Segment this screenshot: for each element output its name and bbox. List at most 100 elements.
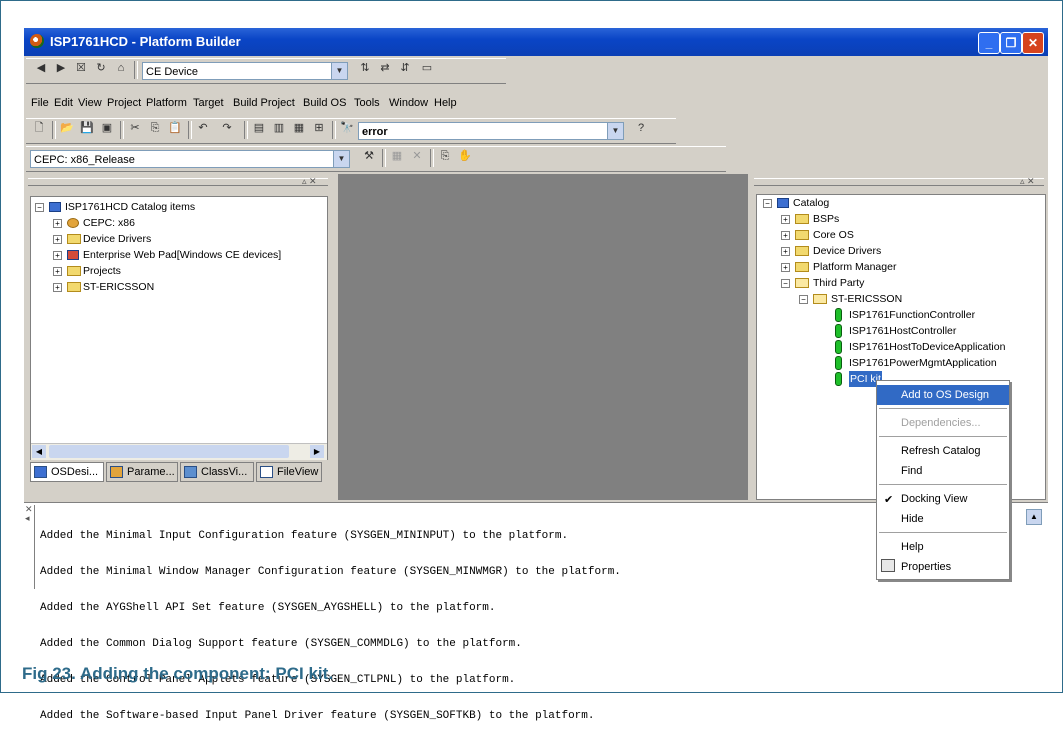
menu-target[interactable]: Target: [193, 97, 224, 109]
save-all-icon[interactable]: ▣: [98, 119, 116, 137]
output-close-icon[interactable]: ✕ ◂: [25, 505, 33, 523]
refresh-icon[interactable]: ↻: [92, 59, 110, 77]
break-icon[interactable]: ✋: [456, 147, 474, 165]
redo-icon[interactable]: ↷: [218, 119, 236, 137]
find-in-files-icon[interactable]: 🔭: [338, 119, 356, 137]
menu-item-properties[interactable]: Properties: [877, 557, 1009, 577]
catalog-icon[interactable]: ⊞: [310, 119, 328, 137]
collapse-icon[interactable]: −: [799, 295, 808, 304]
figure-caption: Fig 23. Adding the component: PCI kit.: [22, 664, 334, 683]
open-icon[interactable]: 📂: [58, 119, 76, 137]
catalog-root-label: Catalog: [793, 197, 830, 209]
restore-button[interactable]: ❐: [1000, 32, 1022, 54]
title-bar[interactable]: ISP1761HCD - Platform Builder _ ❐ ✕: [24, 28, 1048, 56]
menu-item-find[interactable]: Find: [877, 461, 1009, 481]
menu-tools[interactable]: Tools: [354, 97, 380, 109]
tab-osdesign[interactable]: OSDesi...: [30, 462, 104, 482]
pane-controls-icon[interactable]: ▵ ✕: [302, 176, 317, 187]
component-icon: [835, 340, 842, 354]
chevron-down-icon[interactable]: ▼: [333, 151, 349, 167]
menu-item-add-to-os-design[interactable]: Add to OS Design: [877, 385, 1009, 405]
catalog-item-label: Third Party: [813, 277, 865, 289]
os-design-tree-pane: − ISP1761HCD Catalog items + CEPC: x86 +…: [30, 196, 328, 460]
chevron-down-icon[interactable]: ▼: [331, 63, 347, 79]
expand-icon[interactable]: +: [53, 235, 62, 244]
tree-item-label: Projects: [83, 265, 121, 277]
menu-help[interactable]: Help: [434, 97, 457, 109]
menu-item-refresh-catalog[interactable]: Refresh Catalog: [877, 441, 1009, 461]
find-icon[interactable]: ?: [632, 119, 650, 137]
menu-build-project[interactable]: Build Project: [233, 97, 295, 109]
menu-item-help[interactable]: Help: [877, 537, 1009, 557]
expand-icon[interactable]: +: [781, 215, 790, 224]
component-icon: [835, 356, 842, 370]
chevron-down-icon[interactable]: ▼: [607, 123, 623, 139]
catalog-item-label: Device Drivers: [813, 245, 882, 257]
separator: [430, 149, 434, 167]
stop-icon[interactable]: ☒: [72, 59, 90, 77]
tab-classview[interactable]: ClassVi...: [180, 462, 254, 482]
build-toolbar: CEPC: x86_Release ▼ ⚒ ▦ ✕ ⎘ ✋: [26, 146, 726, 172]
workspace-icon[interactable]: ▤: [250, 119, 268, 137]
expand-icon[interactable]: +: [781, 263, 790, 272]
expand-icon[interactable]: +: [781, 247, 790, 256]
component-label: ISP1761PowerMgmtApplication: [849, 357, 997, 369]
catalog-icon: [777, 198, 789, 208]
configuration-combo[interactable]: CEPC: x86_Release ▼: [30, 150, 350, 168]
menu-item-hide[interactable]: Hide: [877, 509, 1009, 529]
separator: [134, 61, 138, 79]
tab-fileview[interactable]: FileView: [256, 462, 322, 482]
cut-icon[interactable]: ✂: [126, 119, 144, 137]
menu-edit[interactable]: Edit: [54, 97, 73, 109]
close-button[interactable]: ✕: [1022, 32, 1044, 54]
tab-parameters[interactable]: Parame...: [106, 462, 178, 482]
expand-icon[interactable]: +: [53, 251, 62, 260]
menu-project[interactable]: Project: [107, 97, 141, 109]
collapse-icon[interactable]: −: [763, 199, 772, 208]
menu-view[interactable]: View: [78, 97, 102, 109]
search-combo[interactable]: error ▼: [358, 122, 624, 140]
menu-window[interactable]: Window: [389, 97, 428, 109]
forward-icon[interactable]: ▶: [52, 59, 70, 77]
copy-icon[interactable]: ⎘: [146, 119, 164, 137]
menu-build-os[interactable]: Build OS: [303, 97, 346, 109]
disconnect-icon[interactable]: ⇵: [396, 59, 414, 77]
expand-icon[interactable]: +: [53, 267, 62, 276]
left-pane-gripper[interactable]: [28, 178, 328, 186]
home-icon[interactable]: ⌂: [112, 59, 130, 77]
menu-item-docking-view[interactable]: Docking View: [877, 489, 1009, 509]
device-combo[interactable]: CE Device ▼: [142, 62, 348, 80]
expand-icon[interactable]: +: [781, 231, 790, 240]
detach-icon[interactable]: ✕: [408, 147, 426, 165]
step-into-icon[interactable]: ⎘: [436, 147, 454, 165]
tab-osdesign-label: OSDesi...: [51, 466, 99, 478]
undo-icon[interactable]: ↶: [194, 119, 212, 137]
build-icon[interactable]: ⚒: [360, 147, 378, 165]
transport-icon[interactable]: ⇄: [376, 59, 394, 77]
expand-icon[interactable]: +: [53, 219, 62, 228]
save-icon[interactable]: 💾: [78, 119, 96, 137]
horizontal-scrollbar[interactable]: ◀ ▶: [31, 443, 327, 460]
scroll-up-icon[interactable]: ▲: [1026, 509, 1042, 525]
menu-item-dependencies[interactable]: Dependencies...: [877, 413, 1009, 433]
menu-file[interactable]: File: [31, 97, 49, 109]
pane-controls-icon[interactable]: ▵ ✕: [1020, 176, 1035, 187]
attach-icon[interactable]: ▦: [388, 147, 406, 165]
minimize-button[interactable]: _: [978, 32, 1000, 54]
collapse-icon[interactable]: −: [781, 279, 790, 288]
connect-icon[interactable]: ⇅: [356, 59, 374, 77]
scroll-thumb[interactable]: [49, 445, 289, 458]
collapse-icon[interactable]: −: [35, 203, 44, 212]
catalog-pane-gripper[interactable]: [754, 178, 1044, 186]
window-list-icon[interactable]: ▦: [290, 119, 308, 137]
paste-icon[interactable]: 📋: [166, 119, 184, 137]
output-icon[interactable]: ▥: [270, 119, 288, 137]
back-icon[interactable]: ◀: [32, 59, 50, 77]
device-settings-icon[interactable]: ▭: [418, 59, 436, 77]
scroll-right-icon[interactable]: ▶: [310, 445, 324, 458]
new-icon[interactable]: 🗋: [30, 119, 48, 137]
menu-platform[interactable]: Platform: [146, 97, 187, 109]
expand-icon[interactable]: +: [53, 283, 62, 292]
configuration-combo-value: CEPC: x86_Release: [34, 154, 135, 166]
scroll-left-icon[interactable]: ◀: [32, 445, 46, 458]
